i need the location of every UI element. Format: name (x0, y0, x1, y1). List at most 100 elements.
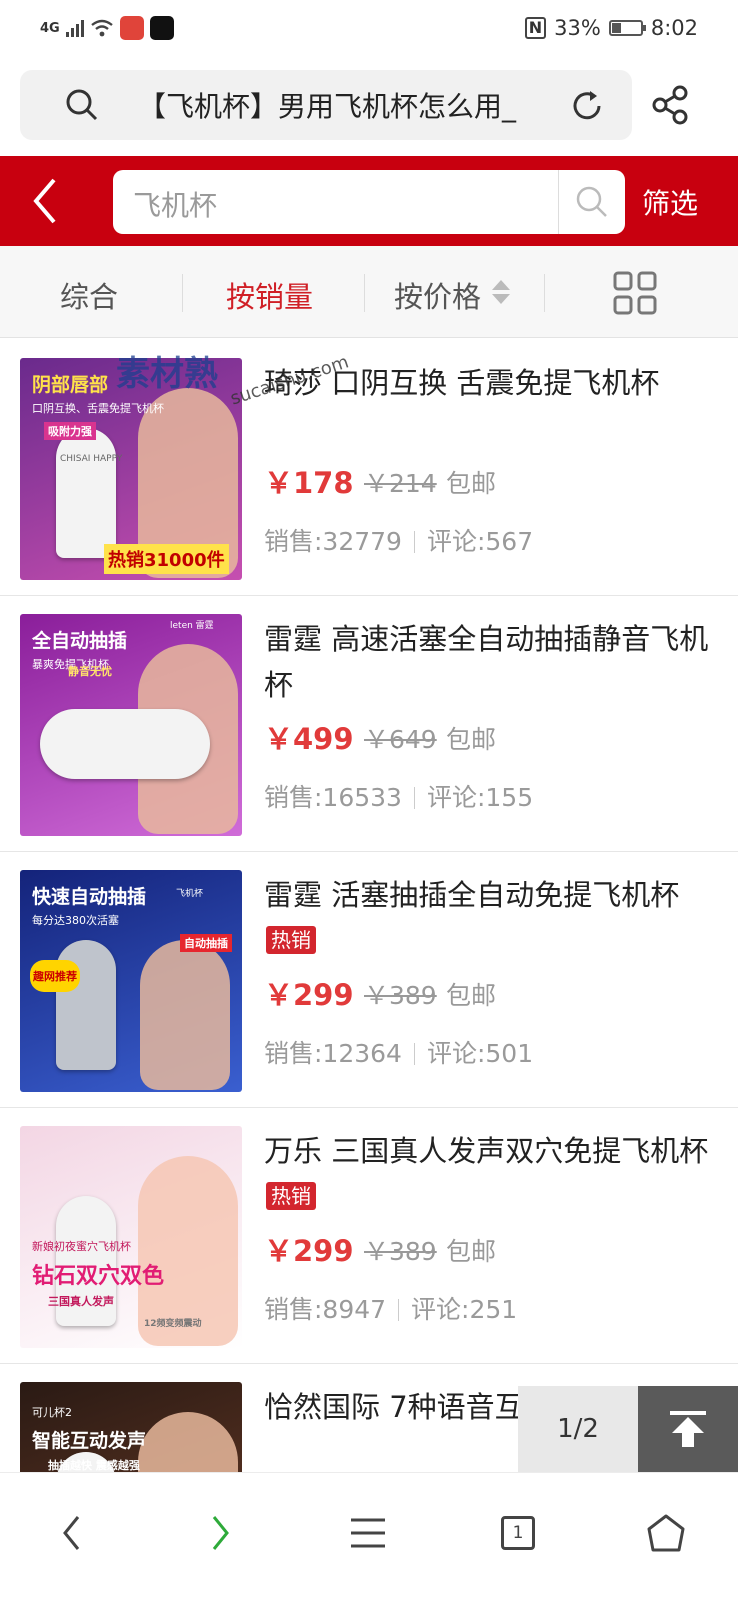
search-header: 飞机杯 筛选 (0, 156, 738, 246)
product-item[interactable]: 阴部唇部 口阴互换、舌震免提飞机杯 吸附力强 热销31000件 CHISAI H… (0, 340, 738, 596)
app-notification-icon (119, 16, 144, 40)
product-image[interactable]: 阴部唇部 口阴互换、舌震免提飞机杯 吸附力强 热销31000件 CHISAI H… (20, 358, 242, 580)
product-title-text: 雷霆 高速活塞全自动抽插静音飞机杯 (264, 622, 709, 702)
product-image-line2: 吸附力强 (44, 422, 96, 440)
nfc-icon: N (524, 17, 547, 39)
back-button[interactable] (10, 156, 80, 246)
stats-divider (398, 1299, 400, 1321)
page-indicator: 1/2 (518, 1386, 638, 1472)
sort-arrows-icon (492, 280, 510, 304)
product-image-line2: 三国真人发声 (48, 1295, 114, 1308)
product-image-headline: 快速自动抽插 (32, 886, 147, 908)
free-shipping-label: 包邮 (446, 725, 497, 754)
product-image-line1: 口阴互换、舌震免提飞机杯 (32, 402, 164, 415)
product-title[interactable]: 雷霆 高速活塞全自动抽插静音飞机杯 (264, 616, 716, 708)
nav-forward-button[interactable] (190, 1503, 250, 1563)
free-shipping-label: 包邮 (446, 981, 497, 1010)
product-stats: 销售:8947 评论:251 (264, 1290, 517, 1326)
product-item[interactable]: 全自动抽插 暴爽免提飞机杯 静音无忧 leten 雷霆 雷霆 高速活塞全自动抽插… (0, 596, 738, 852)
review-count: 评论:155 (426, 783, 534, 812)
free-shipping-label: 包邮 (446, 1237, 497, 1266)
product-image-footer: 12频变频震动 (144, 1319, 202, 1329)
search-button[interactable] (559, 170, 625, 234)
product-image[interactable]: 全自动抽插 暴爽免提飞机杯 静音无忧 leten 雷霆 (20, 614, 242, 836)
share-icon[interactable] (650, 84, 692, 126)
product-image[interactable]: 快速自动抽插 每分达380次活塞 自动抽插 趣网推荐 飞机杯 (20, 870, 242, 1092)
product-original-price: ￥389 (364, 1237, 437, 1266)
product-image-line1: 每分达380次活塞 (32, 914, 119, 927)
tabs-icon: 1 (501, 1516, 535, 1550)
nav-back-button[interactable] (42, 1503, 102, 1563)
product-image-device (40, 709, 210, 779)
sort-divider (364, 274, 365, 312)
sort-divider (544, 274, 545, 312)
nav-home-button[interactable] (636, 1503, 696, 1563)
chevron-right-icon (212, 1516, 229, 1550)
product-item[interactable]: 快速自动抽插 每分达380次活塞 自动抽插 趣网推荐 飞机杯 雷霆 活塞抽插全自… (0, 852, 738, 1108)
product-item[interactable]: 钻石双穴双色 新娘初夜蜜穴飞机杯 三国真人发声 12频变频震动 万乐 三国真人发… (0, 1108, 738, 1364)
product-image-figure (140, 940, 230, 1090)
product-image-headline: 阴部唇部 (32, 374, 109, 396)
product-title[interactable]: 琦莎 口阴互换 舌震免提飞机杯 (264, 360, 716, 406)
search-input[interactable]: 飞机杯 (113, 170, 625, 234)
product-stats: 销售:12364 评论:501 (264, 1034, 533, 1070)
product-image-line2: 自动抽插 (180, 934, 232, 952)
nav-menu-button[interactable] (338, 1503, 398, 1563)
filter-button[interactable]: 筛选 (642, 182, 698, 222)
status-left: 4G (40, 16, 174, 40)
sales-count: 销售:12364 (264, 1039, 402, 1068)
product-image-headline: 全自动抽插 (32, 630, 128, 652)
capcut-icon (149, 16, 174, 40)
nav-tabs-button[interactable]: 1 (488, 1503, 548, 1563)
bottom-navigation: 1 (0, 1472, 738, 1600)
stats-divider (413, 787, 415, 809)
product-title-text: 琦莎 口阴互换 舌震免提飞机杯 (264, 366, 660, 400)
product-title-text: 雷霆 活塞抽插全自动免提飞机杯 (264, 878, 680, 912)
product-stats: 销售:32779 评论:567 (264, 522, 533, 558)
menu-icon (351, 1518, 385, 1548)
search-icon (576, 186, 607, 217)
url-title: 【飞机杯】男用飞机杯怎么用_ (138, 90, 517, 123)
product-image-line2: 静音无忧 (68, 665, 112, 678)
battery-icon (608, 20, 646, 36)
hot-badge: 热销 (266, 1182, 316, 1210)
product-price: ￥299 (264, 978, 354, 1012)
product-price: ￥178 (264, 466, 354, 500)
battery-percent: 33% (554, 16, 601, 40)
chevron-left-icon (63, 1516, 80, 1550)
product-image-mark: CHISAI HAPPY (60, 454, 123, 464)
sales-count: 销售:16533 (264, 783, 402, 812)
product-image[interactable]: 钻石双穴双色 新娘初夜蜜穴飞机杯 三国真人发声 12频变频震动 (20, 1126, 242, 1348)
product-title[interactable]: 万乐 三国真人发声双穴免提飞机杯热销 (264, 1128, 716, 1220)
chevron-left-icon (33, 178, 56, 224)
sort-by-sales[interactable]: 按销量 (226, 274, 313, 316)
review-count: 评论:251 (411, 1295, 518, 1324)
back-to-top-button[interactable] (638, 1386, 738, 1472)
search-icon (66, 89, 98, 121)
sort-by-price[interactable]: 按价格 (394, 274, 481, 316)
sales-count: 销售:32779 (264, 527, 402, 556)
product-original-price: ￥649 (364, 725, 437, 754)
product-price: ￥299 (264, 1234, 354, 1268)
sort-bar: 综合 按销量 按价格 (0, 246, 738, 338)
product-original-price: ￥389 (364, 981, 437, 1010)
product-image-device (56, 428, 116, 558)
product-original-price: ￥214 (364, 469, 437, 498)
sort-divider (182, 274, 183, 312)
product-image-mark: leten 雷霆 (170, 621, 214, 631)
url-bar[interactable]: 【飞机杯】男用飞机杯怎么用_ (20, 70, 632, 140)
grid-view-icon[interactable] (612, 270, 658, 316)
review-count: 评论:501 (426, 1039, 534, 1068)
product-image-line1: 新娘初夜蜜穴飞机杯 (32, 1240, 131, 1253)
sales-count: 销售:8947 (264, 1295, 387, 1324)
status-bar: 4G N 33% 8:02 (0, 0, 738, 56)
product-price: ￥499 (264, 722, 354, 756)
sort-comprehensive[interactable]: 综合 (60, 274, 118, 316)
review-count: 评论:567 (426, 527, 534, 556)
product-image-footer: 趣网推荐 (30, 960, 80, 992)
signal-icon (65, 19, 84, 37)
product-image-line1: 可儿杯2 (32, 1406, 72, 1419)
product-image-headline: 智能互动发声 (32, 1430, 147, 1452)
product-title[interactable]: 雷霆 活塞抽插全自动免提飞机杯热销 (264, 872, 716, 964)
reload-icon[interactable] (568, 87, 606, 125)
